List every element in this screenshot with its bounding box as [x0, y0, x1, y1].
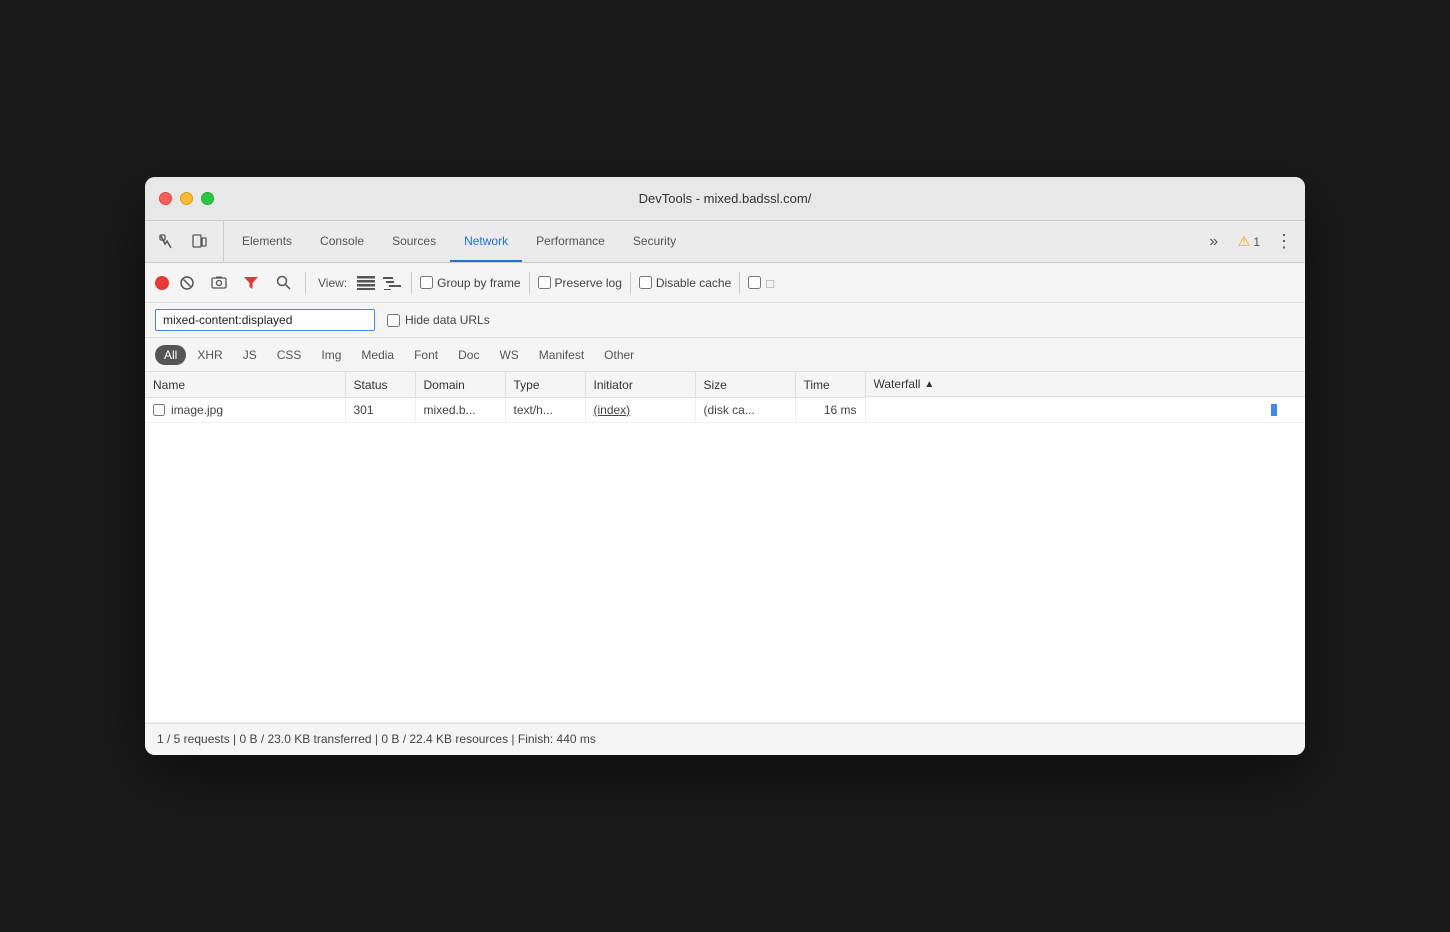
filter-js[interactable]: JS	[234, 345, 266, 365]
hide-data-urls-checkbox[interactable]	[387, 314, 400, 327]
more-tabs-button[interactable]: »	[1201, 229, 1227, 255]
toolbar-separator-1	[305, 272, 306, 294]
resource-type-filter: All XHR JS CSS Img Media Font Doc WS Man…	[145, 338, 1305, 372]
window-title: DevTools - mixed.badssl.com/	[639, 191, 812, 206]
cell-name: image.jpg	[145, 397, 345, 422]
tabbar: Elements Console Sources Network Perform…	[145, 221, 1305, 263]
filter-img[interactable]: Img	[312, 345, 350, 365]
network-table: Name Status Domain Type Initiator Size T…	[145, 372, 1305, 723]
cell-size: (disk ca...	[695, 397, 795, 422]
filter-searchbar: Hide data URLs	[145, 303, 1305, 338]
record-button[interactable]	[155, 276, 169, 290]
filter-xhr[interactable]: XHR	[188, 345, 231, 365]
search-button[interactable]	[269, 269, 297, 297]
main-tabs: Elements Console Sources Network Perform…	[228, 221, 1193, 262]
tab-sources[interactable]: Sources	[378, 221, 450, 262]
tab-performance[interactable]: Performance	[522, 221, 619, 262]
close-button[interactable]	[159, 192, 172, 205]
warning-icon: ⚠	[1238, 233, 1251, 250]
cell-type: text/h...	[505, 397, 585, 422]
devtools-icons	[153, 221, 224, 262]
cell-status: 301	[345, 397, 415, 422]
traffic-lights	[159, 192, 214, 205]
view-label: View:	[318, 276, 347, 290]
col-header-size[interactable]: Size	[695, 372, 795, 397]
warning-badge[interactable]: ⚠ 1	[1233, 231, 1265, 252]
disable-cache-checkbox[interactable]: Disable cache	[639, 276, 731, 290]
tab-network[interactable]: Network	[450, 221, 522, 262]
filter-button[interactable]	[237, 269, 265, 297]
titlebar: DevTools - mixed.badssl.com/	[145, 177, 1305, 221]
col-header-domain[interactable]: Domain	[415, 372, 505, 397]
cell-initiator: (index)	[585, 397, 695, 422]
table-row[interactable]: image.jpg 301 mixed.b... text/h... (inde…	[145, 397, 1305, 422]
tab-security[interactable]: Security	[619, 221, 690, 262]
hide-data-urls-label[interactable]: Hide data URLs	[387, 313, 490, 327]
group-by-frame-checkbox[interactable]: Group by frame	[420, 276, 520, 290]
filter-manifest[interactable]: Manifest	[530, 345, 593, 365]
toolbar-separator-3	[529, 272, 530, 294]
col-header-name[interactable]: Name	[145, 372, 345, 397]
waterfall-bar	[1271, 404, 1277, 416]
cell-domain: mixed.b...	[415, 397, 505, 422]
filter-css[interactable]: CSS	[268, 345, 311, 365]
toolbar-separator-5	[739, 272, 740, 294]
table-empty-row	[145, 422, 1305, 722]
statusbar: 1 / 5 requests | 0 B / 23.0 KB transferr…	[145, 723, 1305, 755]
preserve-log-checkbox[interactable]: Preserve log	[538, 276, 622, 290]
cell-waterfall	[865, 397, 1305, 422]
throttle-checkbox[interactable]: ◻	[748, 276, 775, 290]
empty-space	[145, 422, 1305, 722]
col-header-time[interactable]: Time	[795, 372, 865, 397]
col-header-type[interactable]: Type	[505, 372, 585, 397]
filter-ws[interactable]: WS	[490, 345, 527, 365]
view-timeline-button[interactable]	[381, 272, 403, 294]
sort-asc-icon: ▲	[924, 379, 934, 390]
device-mode-icon[interactable]	[185, 228, 213, 256]
network-table-container: Name Status Domain Type Initiator Size T…	[145, 372, 1305, 723]
kebab-menu-button[interactable]: ⋮	[1271, 229, 1297, 255]
maximize-button[interactable]	[201, 192, 214, 205]
network-toolbar: View: Group by frame	[145, 263, 1305, 303]
toolbar-separator-2	[411, 272, 412, 294]
table-header-row: Name Status Domain Type Initiator Size T…	[145, 372, 1305, 397]
cell-time: 16 ms	[795, 397, 865, 422]
status-text: 1 / 5 requests | 0 B / 23.0 KB transferr…	[157, 732, 596, 746]
filter-doc[interactable]: Doc	[449, 345, 488, 365]
col-header-status[interactable]: Status	[345, 372, 415, 397]
filter-media[interactable]: Media	[352, 345, 403, 365]
devtools-window: DevTools - mixed.badssl.com/ Elements	[145, 177, 1305, 755]
tab-elements[interactable]: Elements	[228, 221, 306, 262]
col-header-waterfall[interactable]: Waterfall ▲	[866, 372, 1306, 397]
clear-button[interactable]	[173, 269, 201, 297]
filter-font[interactable]: Font	[405, 345, 447, 365]
tab-console[interactable]: Console	[306, 221, 378, 262]
tabbar-right: » ⚠ 1 ⋮	[1193, 221, 1297, 262]
col-header-initiator[interactable]: Initiator	[585, 372, 695, 397]
screenshot-button[interactable]	[205, 269, 233, 297]
filter-other[interactable]: Other	[595, 345, 643, 365]
minimize-button[interactable]	[180, 192, 193, 205]
toolbar-separator-4	[630, 272, 631, 294]
inspect-icon[interactable]	[153, 228, 181, 256]
row-checkbox[interactable]	[153, 404, 165, 416]
view-list-button[interactable]	[355, 272, 377, 294]
filter-all[interactable]: All	[155, 345, 186, 365]
filter-input[interactable]	[155, 309, 375, 331]
